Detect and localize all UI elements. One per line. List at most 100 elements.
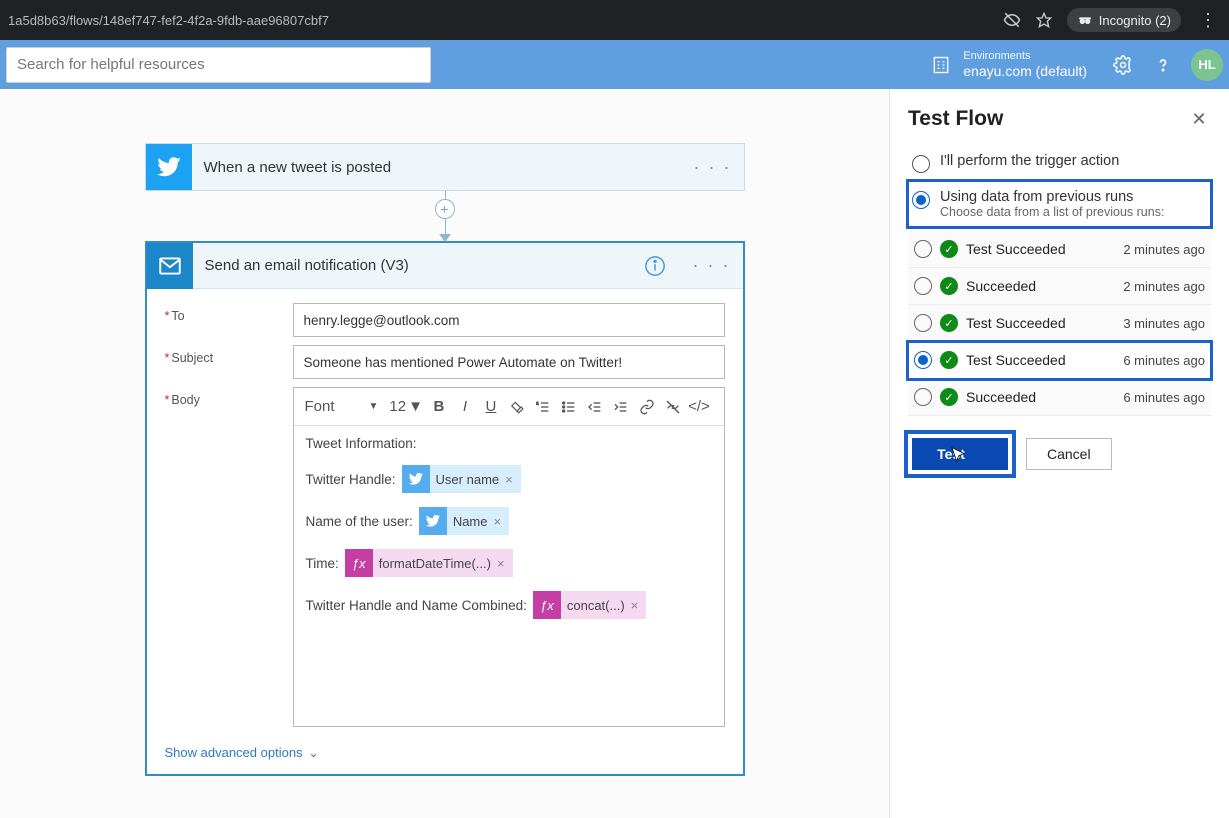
check-icon: ✓ — [940, 351, 958, 369]
app-bar: Search for helpful resources Environment… — [0, 40, 1229, 89]
size-select[interactable]: 12▼ — [389, 398, 423, 415]
avatar-initials: HL — [1198, 57, 1215, 72]
step-action-card[interactable]: Send an email notification (V3) · · · *T… — [145, 241, 745, 776]
incognito-label: Incognito (2) — [1099, 13, 1171, 28]
option-manual[interactable]: I'll perform the trigger action — [908, 145, 1211, 181]
token-concat[interactable]: ƒx concat(...)× — [533, 591, 646, 619]
run-name: Test Succeeded — [966, 315, 1115, 331]
cursor-icon — [949, 446, 967, 464]
fx-icon: ƒx — [533, 591, 561, 619]
label-body: *Body — [165, 387, 293, 407]
color-icon[interactable] — [507, 396, 527, 418]
option-previous-label: Using data from previous runs — [940, 189, 1164, 205]
incognito-pill[interactable]: Incognito (2) — [1067, 8, 1181, 32]
underline-icon[interactable]: U — [481, 396, 501, 418]
outdent-icon[interactable] — [585, 396, 605, 418]
run-time: 6 minutes ago — [1123, 390, 1205, 405]
run-name: Succeeded — [966, 389, 1115, 405]
svg-text:1: 1 — [536, 400, 539, 405]
extensions-icon[interactable] — [1003, 11, 1021, 29]
label-to: *To — [165, 303, 293, 323]
to-input[interactable] — [293, 303, 725, 337]
help-icon[interactable] — [1151, 53, 1175, 77]
bold-icon[interactable]: B — [429, 396, 449, 418]
unlink-icon[interactable] — [663, 396, 683, 418]
browser-icons: Incognito (2) ⋮ — [1003, 8, 1221, 32]
run-name: Succeeded — [966, 278, 1115, 294]
gear-icon[interactable] — [1111, 53, 1135, 77]
environment-icon[interactable] — [929, 53, 953, 77]
check-icon: ✓ — [940, 388, 958, 406]
token-name[interactable]: Name× — [419, 507, 509, 535]
run-item[interactable]: ✓Test Succeeded3 minutes ago — [908, 305, 1211, 342]
run-item[interactable]: ✓Test Succeeded6 minutes ago — [908, 342, 1211, 379]
run-item[interactable]: ✓ Succeeded 6 minutes ago — [908, 379, 1211, 416]
mail-icon — [147, 243, 193, 289]
advanced-options-link[interactable]: Show advanced options⌄ — [165, 745, 725, 760]
radio-icon — [912, 191, 930, 209]
token-format-date[interactable]: ƒx formatDateTime(...)× — [345, 549, 513, 577]
close-icon[interactable]: ✕ — [1187, 107, 1211, 131]
option-previous[interactable]: Using data from previous runs Choose dat… — [908, 181, 1211, 227]
browser-menu-icon[interactable]: ⋮ — [1195, 10, 1221, 31]
bullet-list-icon[interactable] — [559, 396, 579, 418]
browser-bar: 1a5d8b63/flows/148ef747-fef2-4f2a-9fdb-a… — [0, 0, 1229, 40]
label-subject: *Subject — [165, 345, 293, 365]
remove-token-icon[interactable]: × — [497, 556, 505, 571]
option-previous-sub: Choose data from a list of previous runs… — [940, 205, 1164, 219]
run-list: ✓Test Succeeded2 minutes ago✓Succeeded2 … — [908, 231, 1211, 416]
numbered-list-icon[interactable]: 1 — [533, 396, 553, 418]
run-item[interactable]: ✓Test Succeeded2 minutes ago — [908, 231, 1211, 268]
check-icon: ✓ — [940, 277, 958, 295]
body-heading: Tweet Information: — [306, 436, 417, 451]
twitter-icon — [146, 144, 192, 190]
check-icon: ✓ — [940, 314, 958, 332]
code-view-icon[interactable]: </> — [689, 396, 709, 418]
step-trigger-card[interactable]: When a new tweet is posted · · · — [145, 143, 745, 191]
indent-icon[interactable] — [611, 396, 631, 418]
remove-token-icon[interactable]: × — [494, 514, 502, 529]
arrow-down-icon — [439, 234, 451, 242]
font-select[interactable]: Font▼ — [300, 395, 384, 418]
avatar[interactable]: HL — [1191, 49, 1223, 81]
step2-menu-icon[interactable]: · · · — [681, 255, 743, 276]
remove-token-icon[interactable]: × — [631, 598, 639, 613]
italic-icon[interactable]: I — [455, 396, 475, 418]
body-editor[interactable]: Font▼ 12▼ B I U 1 — [293, 387, 725, 727]
add-step-icon[interactable]: + — [435, 199, 455, 219]
step1-menu-icon[interactable]: · · · — [682, 157, 744, 178]
connector: + — [145, 191, 745, 241]
line-combined-label: Twitter Handle and Name Combined: — [306, 598, 527, 613]
environment-block[interactable]: Environments enayu.com (default) — [963, 50, 1087, 80]
twitter-token-icon — [402, 465, 430, 493]
chevron-down-icon: ⌄ — [309, 746, 319, 760]
option-manual-label: I'll perform the trigger action — [940, 153, 1119, 169]
twitter-token-icon — [419, 507, 447, 535]
flow-canvas: When a new tweet is posted · · · + Send … — [0, 89, 889, 818]
step1-title: When a new tweet is posted — [192, 159, 682, 176]
radio-icon — [912, 155, 930, 173]
step2-title: Send an email notification (V3) — [193, 257, 639, 274]
test-button-highlight: Test — [908, 434, 1012, 474]
subject-input[interactable] — [293, 345, 725, 379]
remove-token-icon[interactable]: × — [505, 472, 513, 487]
radio-icon — [914, 388, 932, 406]
radio-icon — [914, 240, 932, 258]
fx-icon: ƒx — [345, 549, 373, 577]
star-icon[interactable] — [1035, 11, 1053, 29]
test-button[interactable]: Test — [912, 438, 1008, 470]
panel-title: Test Flow — [908, 107, 1003, 131]
environment-name: enayu.com (default) — [963, 63, 1087, 80]
token-username[interactable]: User name× — [402, 465, 521, 493]
run-name: Test Succeeded — [966, 241, 1115, 257]
link-icon[interactable] — [637, 396, 657, 418]
editor-toolbar: Font▼ 12▼ B I U 1 — [294, 388, 724, 426]
check-icon: ✓ — [940, 240, 958, 258]
run-item[interactable]: ✓Succeeded2 minutes ago — [908, 268, 1211, 305]
editor-content[interactable]: Tweet Information: Twitter Handle: User … — [294, 426, 724, 726]
info-icon[interactable] — [639, 250, 671, 282]
environment-label: Environments — [963, 50, 1087, 63]
search-input[interactable]: Search for helpful resources — [6, 47, 431, 83]
line-time-label: Time: — [306, 556, 339, 571]
cancel-button[interactable]: Cancel — [1026, 438, 1112, 470]
